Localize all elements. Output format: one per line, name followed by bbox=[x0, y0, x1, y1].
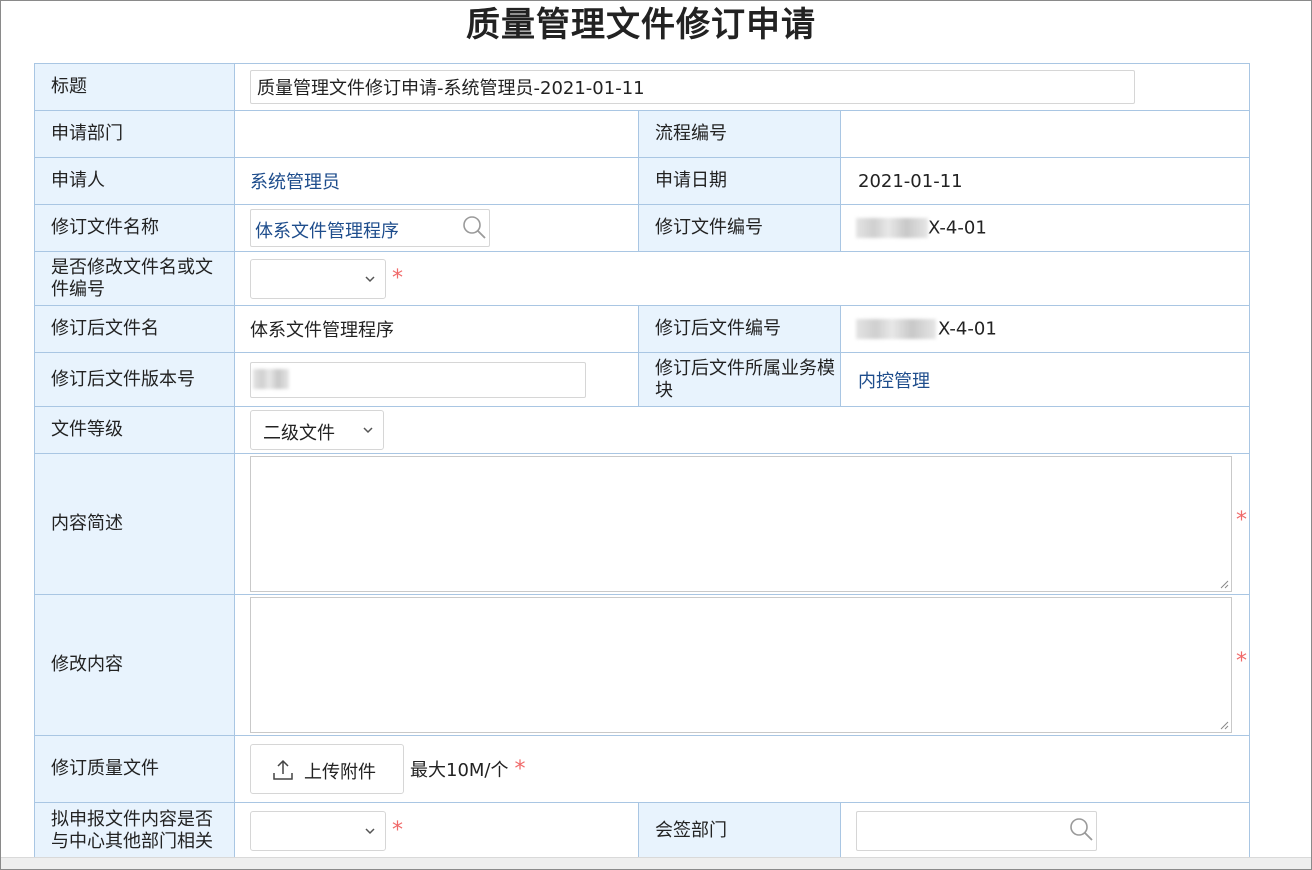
department-label: 申请部门 bbox=[34, 110, 235, 158]
revise-file-no-cell: X-4-01 bbox=[839, 204, 1251, 252]
new-file-no-value: X-4-01 bbox=[938, 318, 997, 340]
page-title: 质量管理文件修订申请 bbox=[466, 5, 816, 45]
process-no-value bbox=[839, 110, 1251, 158]
countersign-label: 会签部门 bbox=[638, 802, 841, 859]
process-no-label: 流程编号 bbox=[638, 110, 841, 158]
file-level-label: 文件等级 bbox=[34, 406, 235, 454]
title-input[interactable] bbox=[250, 70, 1135, 104]
required-mark: * bbox=[392, 818, 403, 843]
change-name-label: 是否修改文件名或文件编号 bbox=[34, 251, 235, 306]
required-mark: * bbox=[392, 266, 403, 291]
changes-wrap: * bbox=[235, 595, 1249, 735]
chevron-down-icon bbox=[365, 275, 375, 282]
form-row-related: 拟申报文件内容是否与中心其他部门相关 * 会签部门 bbox=[34, 802, 1251, 859]
new-file-no-label: 修订后文件编号 bbox=[638, 305, 841, 353]
title-cell bbox=[233, 63, 1251, 111]
changes-textarea[interactable] bbox=[250, 597, 1232, 733]
apply-date-label: 申请日期 bbox=[638, 157, 841, 205]
form-row-changes: 修改内容 * bbox=[34, 594, 1251, 736]
form-row-revise-file: 修订文件名称 体系文件管理程序 修订文件编号 X-4-01 bbox=[34, 204, 1251, 252]
changes-cell: * bbox=[233, 594, 1251, 736]
new-file-name-label: 修订后文件名 bbox=[34, 305, 235, 353]
file-level-selected: 二级文件 bbox=[263, 423, 335, 444]
form-row-version: 修订后文件版本号 修订后文件所属业务模块 内控管理 bbox=[34, 352, 1251, 407]
related-cell: * bbox=[234, 802, 639, 859]
file-level-select[interactable]: 二级文件 bbox=[250, 410, 384, 450]
module-label: 修订后文件所属业务模块 bbox=[638, 352, 841, 407]
upload-icon bbox=[273, 759, 293, 780]
form-row-applicant: 申请人 系统管理员 申请日期 2021-01-11 bbox=[34, 157, 1251, 205]
revise-file-no-label: 修订文件编号 bbox=[638, 204, 841, 252]
revise-file-name-value: 体系文件管理程序 bbox=[255, 221, 399, 242]
new-version-input[interactable] bbox=[250, 361, 586, 398]
revise-file-name-label: 修订文件名称 bbox=[34, 204, 235, 252]
form-row-change-name: 是否修改文件名或文件编号 * bbox=[34, 251, 1251, 306]
department-value bbox=[234, 110, 639, 158]
new-version-field bbox=[250, 361, 586, 398]
form-row-new-file: 修订后文件名 体系文件管理程序 修订后文件编号 X-4-01 bbox=[34, 305, 1251, 353]
applicant-link[interactable]: 系统管理员 bbox=[250, 172, 340, 193]
related-select[interactable] bbox=[250, 810, 386, 851]
resize-grip-icon[interactable] bbox=[1219, 579, 1229, 589]
revise-file-lookup[interactable]: 体系文件管理程序 bbox=[250, 209, 490, 247]
application-form: 标题 申请部门 流程编号 申请人 系统管理员 申请日期 2021-01-11 修… bbox=[34, 63, 1251, 859]
upload-button-label: 上传附件 bbox=[304, 762, 376, 783]
title-label: 标题 bbox=[34, 63, 235, 111]
summary-wrap: * bbox=[235, 454, 1249, 594]
form-window: 质量管理文件修订申请 标题 申请部门 流程编号 申请人 系统管理员 bbox=[0, 0, 1312, 870]
quality-file-label: 修订质量文件 bbox=[34, 735, 235, 803]
form-row-summary: 内容简述 * bbox=[34, 453, 1251, 595]
new-file-no-cell: X-4-01 bbox=[839, 305, 1251, 353]
summary-textarea[interactable] bbox=[250, 456, 1232, 592]
apply-date-value: 2021-01-11 bbox=[839, 157, 1251, 205]
magnifier-icon[interactable] bbox=[1068, 816, 1094, 842]
magnifier-icon[interactable] bbox=[461, 214, 487, 240]
change-name-cell: * bbox=[233, 251, 1251, 306]
required-mark: * bbox=[1236, 649, 1248, 674]
chevron-down-icon bbox=[363, 427, 373, 434]
module-link[interactable]: 内控管理 bbox=[858, 371, 930, 392]
upload-size-hint: 最大10M/个 bbox=[410, 760, 509, 781]
module-cell: 内控管理 bbox=[839, 352, 1251, 407]
horizontal-scrollbar[interactable] bbox=[1, 857, 1311, 869]
file-level-cell: 二级文件 bbox=[233, 406, 1251, 454]
form-row-file-level: 文件等级 二级文件 bbox=[34, 406, 1251, 454]
redacted-mask bbox=[856, 319, 936, 340]
new-version-cell bbox=[234, 352, 639, 407]
applicant-cell: 系统管理员 bbox=[234, 157, 639, 205]
form-row-quality-file: 修订质量文件 上传附件 最大10M/个 * bbox=[34, 735, 1251, 803]
redacted-mask bbox=[253, 368, 289, 389]
upload-attachment-button[interactable]: 上传附件 bbox=[250, 744, 404, 794]
countersign-lookup[interactable] bbox=[856, 810, 1097, 851]
redacted-mask bbox=[856, 218, 928, 239]
change-name-select[interactable] bbox=[250, 258, 386, 299]
form-row-title: 标题 bbox=[34, 63, 1251, 111]
related-label: 拟申报文件内容是否与中心其他部门相关 bbox=[34, 802, 235, 859]
summary-cell: * bbox=[233, 453, 1251, 595]
new-file-name-value: 体系文件管理程序 bbox=[234, 305, 639, 353]
summary-label: 内容简述 bbox=[34, 453, 235, 595]
countersign-cell bbox=[839, 802, 1251, 859]
revise-file-name-cell: 体系文件管理程序 bbox=[234, 204, 639, 252]
changes-label: 修改内容 bbox=[34, 594, 235, 736]
required-mark: * bbox=[514, 756, 526, 782]
resize-grip-icon[interactable] bbox=[1219, 720, 1229, 730]
applicant-label: 申请人 bbox=[34, 157, 235, 205]
revise-file-no-value: X-4-01 bbox=[928, 217, 987, 239]
new-version-label: 修订后文件版本号 bbox=[34, 352, 235, 407]
form-row-department: 申请部门 流程编号 bbox=[34, 110, 1251, 158]
quality-file-cell: 上传附件 最大10M/个 * bbox=[233, 735, 1251, 803]
chevron-down-icon bbox=[365, 827, 375, 834]
required-mark: * bbox=[1236, 508, 1248, 533]
